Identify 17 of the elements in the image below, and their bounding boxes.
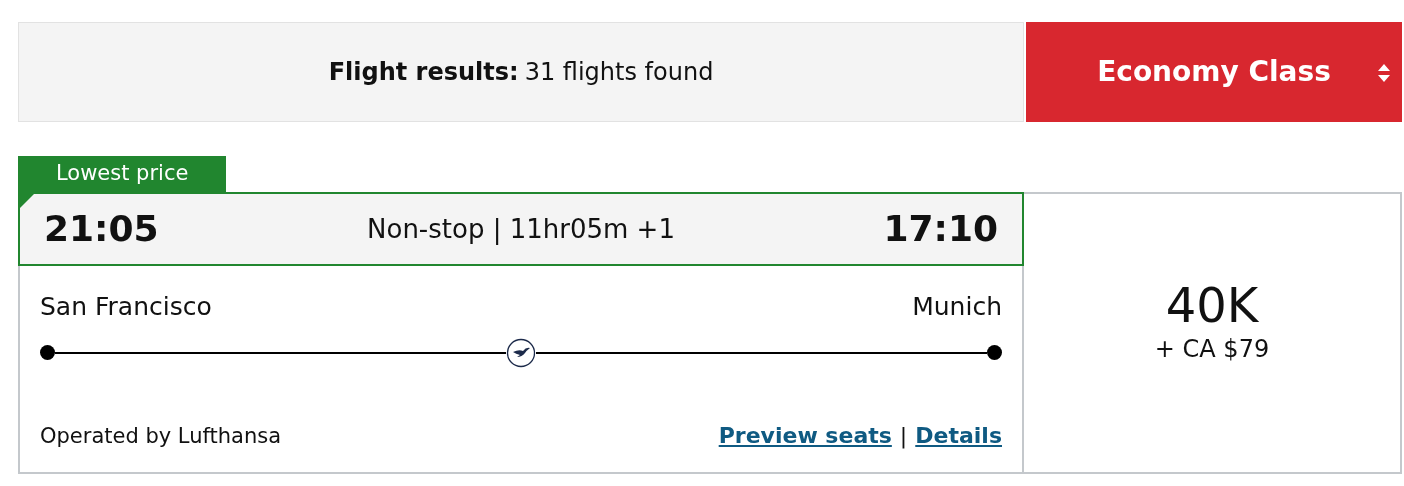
- points-price: 40K: [1165, 278, 1259, 332]
- link-separator: |: [899, 422, 908, 451]
- operator-text: Operated by Lufthansa: [40, 422, 282, 450]
- details-link[interactable]: Details: [915, 419, 1002, 452]
- origin-city: San Francisco: [40, 291, 212, 323]
- preview-seats-link[interactable]: Preview seats: [718, 419, 892, 452]
- destination-city: Munich: [912, 291, 1002, 323]
- departure-time: 21:05: [44, 207, 159, 251]
- results-count: 31 flights found: [524, 57, 714, 88]
- sort-icon: [1376, 62, 1392, 84]
- lowest-price-tag: Lowest price: [18, 156, 227, 192]
- bird-icon: [506, 337, 536, 368]
- results-label: Flight results:: [328, 57, 519, 88]
- cabin-select[interactable]: Economy Class: [1024, 22, 1402, 122]
- fee-amount: + CA $79: [1154, 334, 1270, 366]
- flight-summary: Non-stop | 11hr05m +1: [367, 212, 675, 247]
- arrival-time: 17:10: [883, 207, 998, 251]
